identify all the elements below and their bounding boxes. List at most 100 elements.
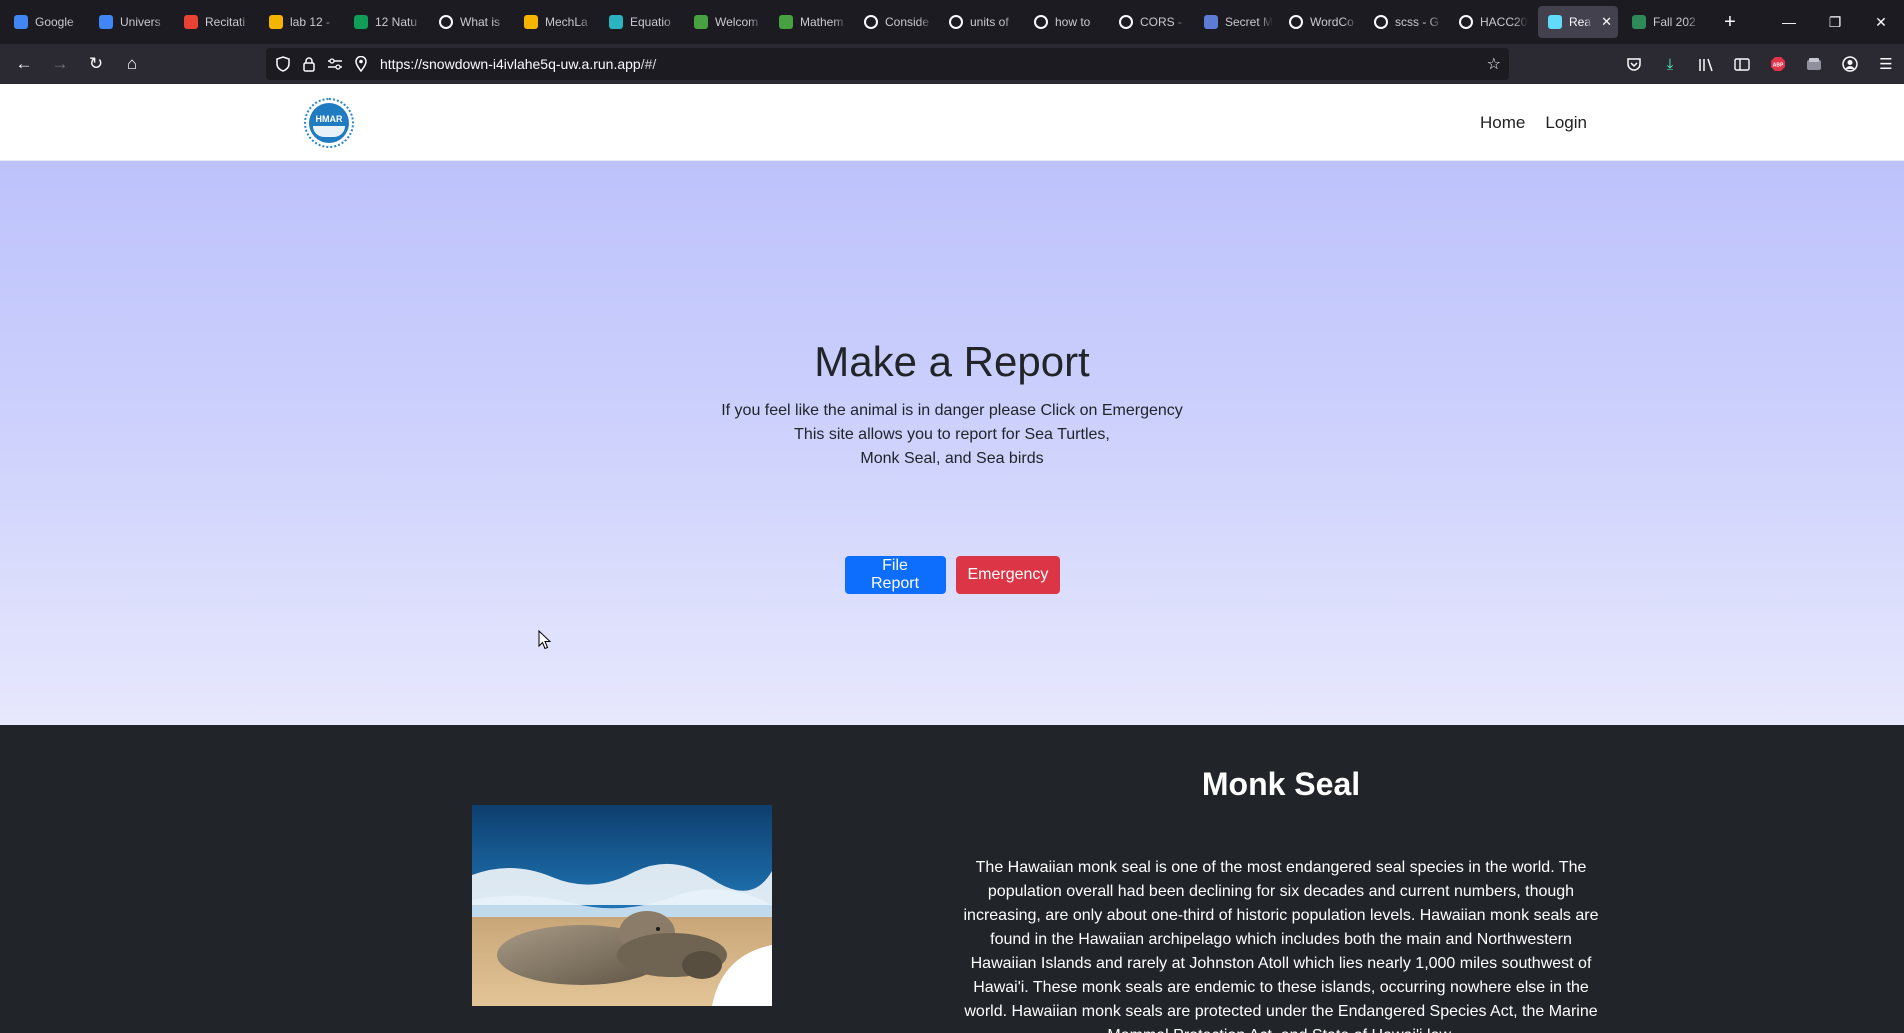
tab-label: React	[1569, 15, 1592, 29]
location-pin-icon[interactable]	[348, 56, 374, 72]
browser-tab[interactable]: Recitati	[174, 6, 259, 38]
tab-label: Fall 202	[1653, 15, 1696, 29]
browser-tab[interactable]: 12 Natu	[344, 6, 429, 38]
browser-tab[interactable]: Univers	[89, 6, 174, 38]
hero-line-2: This site allows you to report for Sea T…	[794, 426, 1110, 443]
monk-seal-photo	[472, 805, 772, 1006]
logo-text: HMAR	[315, 114, 343, 124]
svg-text:ABP: ABP	[1773, 63, 1784, 69]
sidebar-icon[interactable]	[1724, 48, 1760, 80]
permissions-icon[interactable]	[322, 58, 348, 70]
browser-tab[interactable]: units of	[939, 6, 1024, 38]
hero-title: Make a Report	[814, 338, 1090, 385]
browser-tab[interactable]: Equatio	[599, 6, 684, 38]
pocket-icon[interactable]	[1616, 48, 1652, 80]
browser-tab[interactable]: HACC20	[1449, 6, 1534, 38]
browser-tab[interactable]: CORS -	[1109, 6, 1194, 38]
library-icon[interactable]	[1688, 48, 1724, 80]
google-drive-icon	[524, 15, 538, 29]
tracking-shield-icon[interactable]	[270, 56, 296, 72]
hero-line-3: Monk Seal, and Sea birds	[860, 450, 1044, 467]
browser-tab[interactable]: Welcom	[684, 6, 769, 38]
window-controls: — ❐ ✕	[1766, 0, 1904, 44]
extension-icon[interactable]	[1796, 48, 1832, 80]
browser-tab[interactable]: What is	[429, 6, 514, 38]
toolbar-right: ⤓ ABP ☰	[1616, 44, 1904, 84]
equatio-icon	[609, 15, 623, 29]
tab-label: Google	[35, 15, 74, 29]
browser-tab[interactable]: React ✕	[1538, 6, 1618, 38]
reload-icon[interactable]: ↻	[78, 48, 114, 80]
logo-wave-icon	[313, 126, 345, 137]
minimize-icon[interactable]: —	[1766, 14, 1812, 30]
home-icon[interactable]: ⌂	[114, 48, 150, 80]
restore-icon[interactable]: ❐	[1812, 14, 1858, 31]
google-search-icon	[949, 15, 963, 29]
close-window-icon[interactable]: ✕	[1858, 14, 1904, 31]
tab-label: MechLa	[545, 15, 588, 29]
lock-icon[interactable]	[296, 56, 322, 72]
menu-icon[interactable]: ☰	[1868, 48, 1904, 80]
google-drive-icon	[269, 15, 283, 29]
browser-tab[interactable]: Fall 202	[1622, 6, 1707, 38]
web-page: HMAR Home Login Make a Report If you fee…	[0, 84, 1904, 1033]
nav-home-link[interactable]: Home	[1480, 113, 1525, 133]
react-icon	[1548, 15, 1562, 29]
monk-seal-section: Monk Seal The Hawaiian monk seal is one …	[0, 725, 1904, 1033]
google-search-icon	[1119, 15, 1133, 29]
back-arrow-icon[interactable]: ←	[6, 48, 42, 80]
tab-label: lab 12 -	[290, 15, 331, 29]
browser-tab[interactable]: Conside	[854, 6, 939, 38]
github-icon	[1459, 15, 1473, 29]
url-path: /#/	[640, 56, 657, 72]
overleaf-icon	[694, 15, 708, 29]
google-search-icon	[864, 15, 878, 29]
overleaf-icon	[779, 15, 793, 29]
tab-label: Equatio	[630, 15, 671, 29]
adblock-icon[interactable]: ABP	[1760, 48, 1796, 80]
tab-label: HACC20	[1480, 15, 1528, 29]
shield-icon	[1204, 15, 1218, 29]
close-tab-icon[interactable]: ✕	[1601, 14, 1612, 30]
file-report-button[interactable]: File Report	[844, 556, 946, 594]
hero-description: If you feel like the animal is in danger…	[0, 399, 1904, 471]
browser-tab[interactable]: Google	[4, 6, 89, 38]
browser-tab[interactable]: Secret M	[1194, 6, 1279, 38]
tab-label: Recitati	[205, 15, 246, 29]
nav-login-link[interactable]: Login	[1545, 113, 1587, 133]
browser-tab[interactable]: scss - G	[1364, 6, 1449, 38]
browser-tab[interactable]: lab 12 -	[259, 6, 344, 38]
browser-tab[interactable]: WordCo	[1279, 6, 1364, 38]
browser-tab[interactable]: Mathem	[769, 6, 854, 38]
mouse-cursor-icon	[538, 630, 552, 650]
monk-seal-title: Monk Seal	[1201, 766, 1361, 802]
hero-line-1: If you feel like the animal is in danger…	[721, 402, 1183, 419]
tab-label: Univers	[120, 15, 161, 29]
downloads-icon[interactable]: ⤓	[1652, 48, 1688, 80]
hmar-logo[interactable]: HMAR	[304, 98, 354, 148]
tab-label: Welcom	[715, 15, 759, 29]
hero-buttons: File Report Emergency	[0, 556, 1904, 594]
bookmark-star-icon[interactable]: ☆	[1487, 54, 1501, 74]
monk-seal-description: The Hawaiian monk seal is one of the mos…	[963, 859, 1599, 1033]
logo-emblem: HMAR	[309, 103, 349, 143]
browser-tab[interactable]: how to	[1024, 6, 1109, 38]
tab-strip: Google Univers Recitati lab 12 - 12 Natu What…	[0, 0, 1707, 44]
url-host: https://snowdown-i4ivlahe5q-uw.a.run.app	[380, 56, 641, 72]
browser-tab[interactable]: MechLa	[514, 6, 599, 38]
site-nav: Home Login	[1480, 84, 1587, 161]
tab-label: how to	[1055, 15, 1091, 29]
new-tab-button[interactable]: +	[1715, 11, 1745, 34]
hero-section: Make a Report If you feel like the anima…	[0, 161, 1904, 725]
tab-label: 12 Natu	[375, 15, 418, 29]
address-bar[interactable]: https://snowdown-i4ivlahe5q-uw.a.run.app…	[266, 48, 1509, 80]
forward-arrow-icon[interactable]: →	[42, 48, 78, 80]
tab-label: Mathem	[800, 15, 844, 29]
tab-label: Conside	[885, 15, 930, 29]
emergency-button[interactable]: Emergency	[955, 556, 1060, 594]
google-search-icon	[439, 15, 453, 29]
site-header: HMAR Home Login	[0, 84, 1904, 161]
tab-label: scss - G	[1395, 15, 1439, 29]
account-icon[interactable]	[1832, 48, 1868, 80]
url-text[interactable]: https://snowdown-i4ivlahe5q-uw.a.run.app…	[380, 56, 656, 72]
